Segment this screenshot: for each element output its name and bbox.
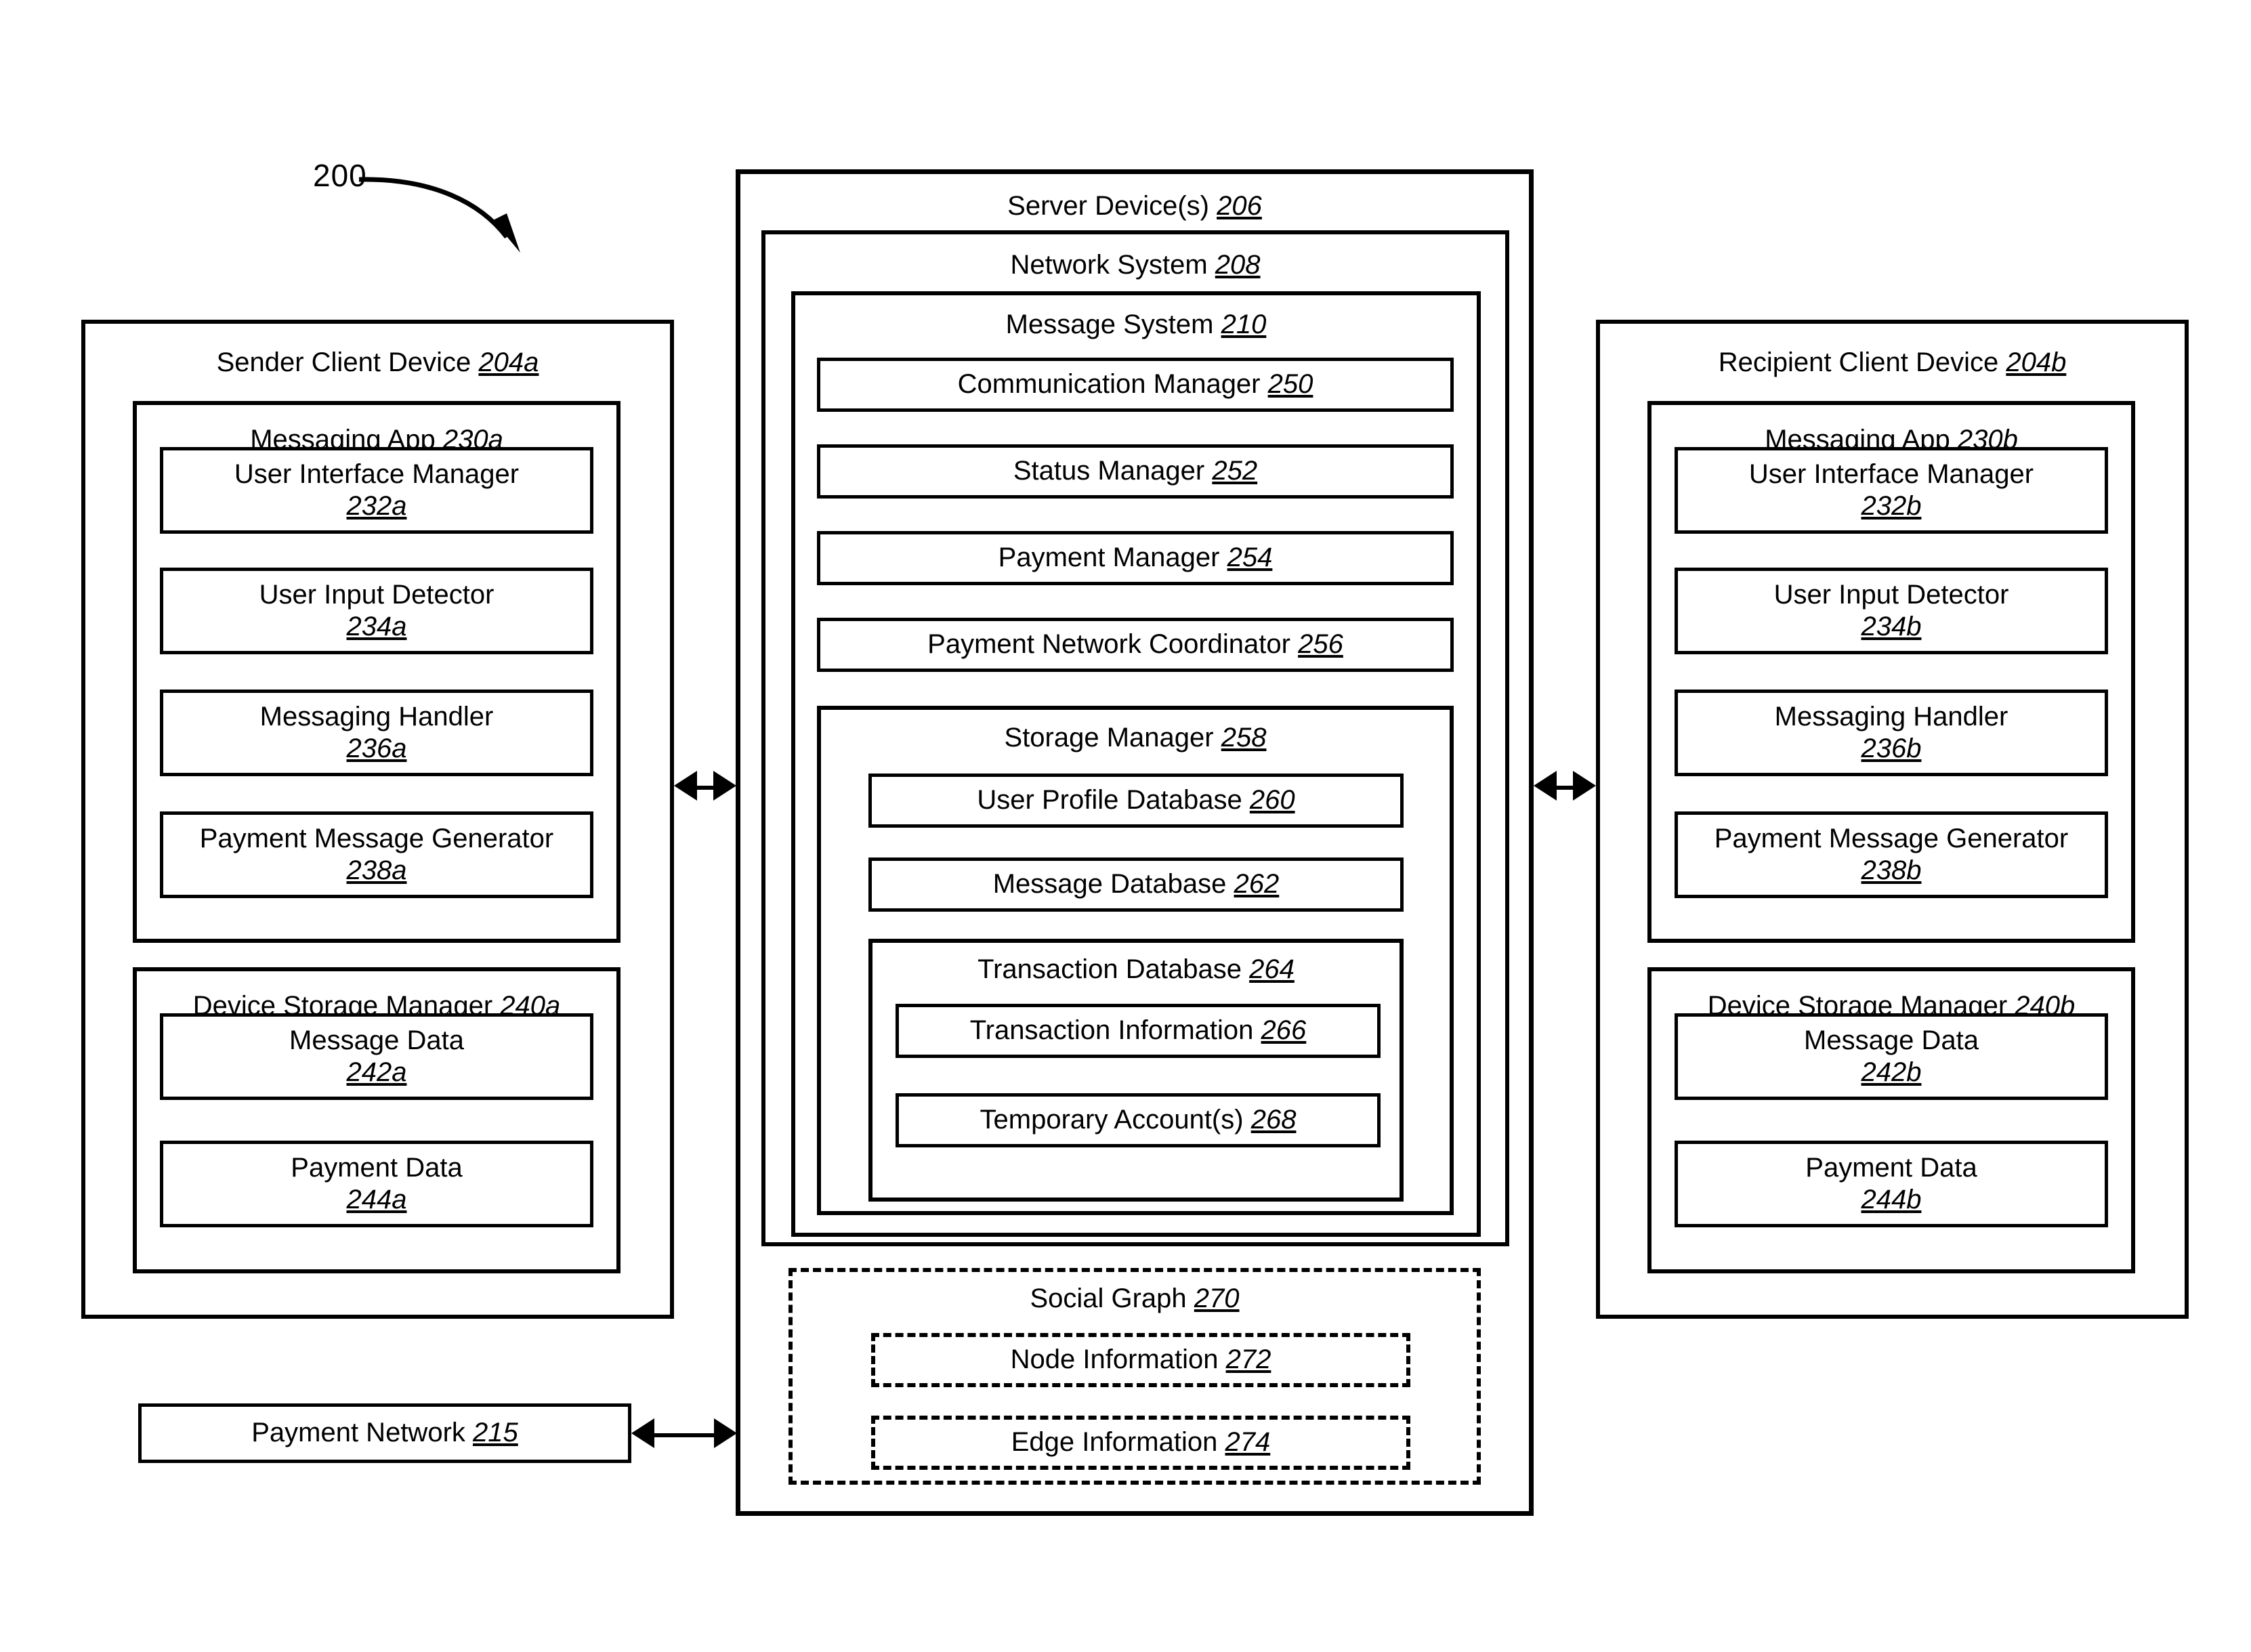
- transaction-information: Transaction Information 266: [896, 1004, 1381, 1058]
- arrowhead-right-icon: [1573, 771, 1596, 801]
- status-manager: Status Manager 252: [817, 444, 1454, 499]
- recipient-payment-message-generator: Payment Message Generator 238b: [1675, 811, 2108, 898]
- message-system-title: Message System 210: [1005, 310, 1267, 339]
- connector-line: [652, 1433, 717, 1437]
- figure-callout-arrow: [358, 177, 520, 253]
- server-device-title: Server Device(s) 206: [1007, 191, 1262, 221]
- patent-figure-diagram: 200 Sender Client Device 204a Messaging …: [0, 0, 2251, 1652]
- edge-information: Edge Information 274: [871, 1416, 1410, 1470]
- temporary-accounts: Temporary Account(s) 268: [896, 1093, 1381, 1147]
- recipient-user-interface-manager: User Interface Manager 232b: [1675, 447, 2108, 534]
- storage-manager-title: Storage Manager 258: [1004, 723, 1267, 753]
- recipient-user-input-detector: User Input Detector 234b: [1675, 568, 2108, 654]
- user-profile-database: User Profile Database 260: [868, 774, 1404, 828]
- arrowhead-left-icon: [1534, 771, 1557, 801]
- arrowhead-left-icon: [674, 771, 697, 801]
- network-system-title: Network System 208: [1010, 250, 1261, 280]
- sender-payment-data: Payment Data 244a: [160, 1141, 593, 1227]
- sender-message-data: Message Data 242a: [160, 1013, 593, 1100]
- social-graph-title: Social Graph 270: [1030, 1284, 1240, 1313]
- payment-network-box: Payment Network 215: [138, 1403, 631, 1463]
- sender-client-device-title: Sender Client Device 204a: [216, 347, 539, 377]
- payment-network-coordinator: Payment Network Coordinator 256: [817, 618, 1454, 672]
- recipient-message-data: Message Data 242b: [1675, 1013, 2108, 1100]
- transaction-database-title: Transaction Database 264: [977, 954, 1295, 984]
- arrowhead-right-icon: [714, 1418, 737, 1448]
- sender-payment-message-generator: Payment Message Generator 238a: [160, 811, 593, 898]
- payment-manager: Payment Manager 254: [817, 531, 1454, 585]
- recipient-payment-data: Payment Data 244b: [1675, 1141, 2108, 1227]
- arrowhead-left-icon: [631, 1418, 654, 1448]
- arrowhead-right-icon: [713, 771, 736, 801]
- message-database: Message Database 262: [868, 857, 1404, 912]
- sender-user-input-detector: User Input Detector 234a: [160, 568, 593, 654]
- node-information: Node Information 272: [871, 1333, 1410, 1387]
- recipient-messaging-handler: Messaging Handler 236b: [1675, 690, 2108, 776]
- communication-manager: Communication Manager 250: [817, 358, 1454, 412]
- recipient-client-device-title: Recipient Client Device 204b: [1718, 347, 2067, 377]
- transaction-database-box: Transaction Database 264: [868, 939, 1404, 1202]
- sender-user-interface-manager: User Interface Manager 232a: [160, 447, 593, 534]
- sender-messaging-handler: Messaging Handler 236a: [160, 690, 593, 776]
